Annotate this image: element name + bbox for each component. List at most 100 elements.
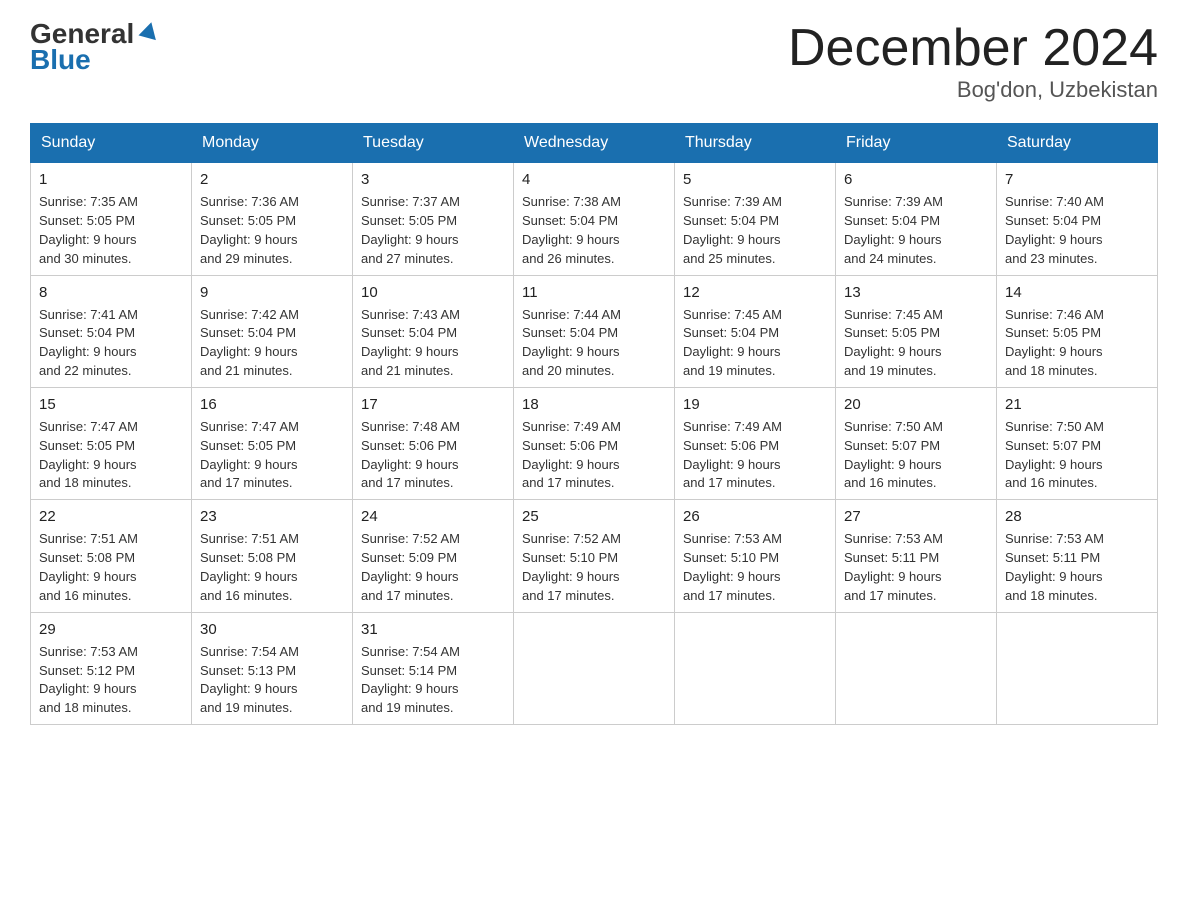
- day-number: 11: [522, 282, 666, 303]
- day-number: 26: [683, 506, 827, 527]
- logo-arrow-icon: [138, 20, 160, 42]
- day-number: 17: [361, 394, 505, 415]
- calendar-week-row: 15 Sunrise: 7:47 AMSunset: 5:05 PMDaylig…: [31, 387, 1158, 499]
- day-info: Sunrise: 7:37 AMSunset: 5:05 PMDaylight:…: [361, 193, 505, 268]
- calendar-day-cell: 16 Sunrise: 7:47 AMSunset: 5:05 PMDaylig…: [192, 387, 353, 499]
- calendar-day-cell: 27 Sunrise: 7:53 AMSunset: 5:11 PMDaylig…: [836, 500, 997, 612]
- header-wednesday: Wednesday: [514, 124, 675, 163]
- calendar-day-cell: 24 Sunrise: 7:52 AMSunset: 5:09 PMDaylig…: [353, 500, 514, 612]
- calendar-day-cell: 11 Sunrise: 7:44 AMSunset: 5:04 PMDaylig…: [514, 275, 675, 387]
- day-info: Sunrise: 7:36 AMSunset: 5:05 PMDaylight:…: [200, 193, 344, 268]
- logo: General Blue: [30, 20, 160, 74]
- calendar-day-cell: 15 Sunrise: 7:47 AMSunset: 5:05 PMDaylig…: [31, 387, 192, 499]
- logo-blue-text: Blue: [30, 46, 91, 74]
- header-sunday: Sunday: [31, 124, 192, 163]
- day-number: 8: [39, 282, 183, 303]
- day-number: 28: [1005, 506, 1149, 527]
- calendar-day-cell: [675, 612, 836, 724]
- day-info: Sunrise: 7:50 AMSunset: 5:07 PMDaylight:…: [1005, 418, 1149, 493]
- day-info: Sunrise: 7:47 AMSunset: 5:05 PMDaylight:…: [39, 418, 183, 493]
- day-number: 29: [39, 619, 183, 640]
- header-row: Sunday Monday Tuesday Wednesday Thursday…: [31, 124, 1158, 163]
- calendar-body: 1 Sunrise: 7:35 AMSunset: 5:05 PMDayligh…: [31, 163, 1158, 725]
- calendar-table: Sunday Monday Tuesday Wednesday Thursday…: [30, 123, 1158, 725]
- header-monday: Monday: [192, 124, 353, 163]
- day-info: Sunrise: 7:54 AMSunset: 5:14 PMDaylight:…: [361, 643, 505, 718]
- day-info: Sunrise: 7:38 AMSunset: 5:04 PMDaylight:…: [522, 193, 666, 268]
- calendar-title: December 2024: [788, 20, 1158, 77]
- calendar-day-cell: 7 Sunrise: 7:40 AMSunset: 5:04 PMDayligh…: [997, 163, 1158, 275]
- calendar-day-cell: 25 Sunrise: 7:52 AMSunset: 5:10 PMDaylig…: [514, 500, 675, 612]
- day-number: 7: [1005, 169, 1149, 190]
- day-info: Sunrise: 7:49 AMSunset: 5:06 PMDaylight:…: [683, 418, 827, 493]
- calendar-day-cell: [997, 612, 1158, 724]
- day-number: 22: [39, 506, 183, 527]
- header-thursday: Thursday: [675, 124, 836, 163]
- day-number: 10: [361, 282, 505, 303]
- header-friday: Friday: [836, 124, 997, 163]
- day-number: 21: [1005, 394, 1149, 415]
- calendar-day-cell: 2 Sunrise: 7:36 AMSunset: 5:05 PMDayligh…: [192, 163, 353, 275]
- day-number: 13: [844, 282, 988, 303]
- calendar-week-row: 22 Sunrise: 7:51 AMSunset: 5:08 PMDaylig…: [31, 500, 1158, 612]
- day-number: 16: [200, 394, 344, 415]
- calendar-week-row: 8 Sunrise: 7:41 AMSunset: 5:04 PMDayligh…: [31, 275, 1158, 387]
- day-number: 27: [844, 506, 988, 527]
- day-number: 1: [39, 169, 183, 190]
- day-number: 3: [361, 169, 505, 190]
- calendar-day-cell: 30 Sunrise: 7:54 AMSunset: 5:13 PMDaylig…: [192, 612, 353, 724]
- calendar-day-cell: 28 Sunrise: 7:53 AMSunset: 5:11 PMDaylig…: [997, 500, 1158, 612]
- day-info: Sunrise: 7:44 AMSunset: 5:04 PMDaylight:…: [522, 306, 666, 381]
- calendar-day-cell: 14 Sunrise: 7:46 AMSunset: 5:05 PMDaylig…: [997, 275, 1158, 387]
- header-saturday: Saturday: [997, 124, 1158, 163]
- day-info: Sunrise: 7:53 AMSunset: 5:11 PMDaylight:…: [844, 530, 988, 605]
- day-number: 5: [683, 169, 827, 190]
- calendar-day-cell: 18 Sunrise: 7:49 AMSunset: 5:06 PMDaylig…: [514, 387, 675, 499]
- day-info: Sunrise: 7:50 AMSunset: 5:07 PMDaylight:…: [844, 418, 988, 493]
- day-info: Sunrise: 7:47 AMSunset: 5:05 PMDaylight:…: [200, 418, 344, 493]
- day-info: Sunrise: 7:53 AMSunset: 5:12 PMDaylight:…: [39, 643, 183, 718]
- day-number: 23: [200, 506, 344, 527]
- day-number: 24: [361, 506, 505, 527]
- calendar-day-cell: 6 Sunrise: 7:39 AMSunset: 5:04 PMDayligh…: [836, 163, 997, 275]
- header-tuesday: Tuesday: [353, 124, 514, 163]
- day-number: 15: [39, 394, 183, 415]
- day-info: Sunrise: 7:54 AMSunset: 5:13 PMDaylight:…: [200, 643, 344, 718]
- day-info: Sunrise: 7:39 AMSunset: 5:04 PMDaylight:…: [683, 193, 827, 268]
- day-info: Sunrise: 7:35 AMSunset: 5:05 PMDaylight:…: [39, 193, 183, 268]
- calendar-day-cell: 22 Sunrise: 7:51 AMSunset: 5:08 PMDaylig…: [31, 500, 192, 612]
- day-number: 6: [844, 169, 988, 190]
- calendar-day-cell: 8 Sunrise: 7:41 AMSunset: 5:04 PMDayligh…: [31, 275, 192, 387]
- day-info: Sunrise: 7:51 AMSunset: 5:08 PMDaylight:…: [200, 530, 344, 605]
- calendar-day-cell: [836, 612, 997, 724]
- day-number: 19: [683, 394, 827, 415]
- calendar-week-row: 29 Sunrise: 7:53 AMSunset: 5:12 PMDaylig…: [31, 612, 1158, 724]
- calendar-day-cell: 3 Sunrise: 7:37 AMSunset: 5:05 PMDayligh…: [353, 163, 514, 275]
- day-number: 18: [522, 394, 666, 415]
- calendar-day-cell: 13 Sunrise: 7:45 AMSunset: 5:05 PMDaylig…: [836, 275, 997, 387]
- day-number: 12: [683, 282, 827, 303]
- calendar-day-cell: 10 Sunrise: 7:43 AMSunset: 5:04 PMDaylig…: [353, 275, 514, 387]
- day-info: Sunrise: 7:42 AMSunset: 5:04 PMDaylight:…: [200, 306, 344, 381]
- calendar-day-cell: 19 Sunrise: 7:49 AMSunset: 5:06 PMDaylig…: [675, 387, 836, 499]
- calendar-day-cell: 23 Sunrise: 7:51 AMSunset: 5:08 PMDaylig…: [192, 500, 353, 612]
- day-info: Sunrise: 7:49 AMSunset: 5:06 PMDaylight:…: [522, 418, 666, 493]
- calendar-day-cell: 5 Sunrise: 7:39 AMSunset: 5:04 PMDayligh…: [675, 163, 836, 275]
- calendar-subtitle: Bog'don, Uzbekistan: [788, 77, 1158, 103]
- day-info: Sunrise: 7:52 AMSunset: 5:10 PMDaylight:…: [522, 530, 666, 605]
- calendar-day-cell: 4 Sunrise: 7:38 AMSunset: 5:04 PMDayligh…: [514, 163, 675, 275]
- calendar-day-cell: 26 Sunrise: 7:53 AMSunset: 5:10 PMDaylig…: [675, 500, 836, 612]
- calendar-day-cell: 17 Sunrise: 7:48 AMSunset: 5:06 PMDaylig…: [353, 387, 514, 499]
- calendar-day-cell: 31 Sunrise: 7:54 AMSunset: 5:14 PMDaylig…: [353, 612, 514, 724]
- day-info: Sunrise: 7:39 AMSunset: 5:04 PMDaylight:…: [844, 193, 988, 268]
- day-info: Sunrise: 7:46 AMSunset: 5:05 PMDaylight:…: [1005, 306, 1149, 381]
- calendar-day-cell: 1 Sunrise: 7:35 AMSunset: 5:05 PMDayligh…: [31, 163, 192, 275]
- day-number: 31: [361, 619, 505, 640]
- day-info: Sunrise: 7:43 AMSunset: 5:04 PMDaylight:…: [361, 306, 505, 381]
- day-number: 30: [200, 619, 344, 640]
- day-info: Sunrise: 7:40 AMSunset: 5:04 PMDaylight:…: [1005, 193, 1149, 268]
- calendar-day-cell: 21 Sunrise: 7:50 AMSunset: 5:07 PMDaylig…: [997, 387, 1158, 499]
- day-info: Sunrise: 7:51 AMSunset: 5:08 PMDaylight:…: [39, 530, 183, 605]
- day-info: Sunrise: 7:48 AMSunset: 5:06 PMDaylight:…: [361, 418, 505, 493]
- page-header: General Blue December 2024 Bog'don, Uzbe…: [30, 20, 1158, 103]
